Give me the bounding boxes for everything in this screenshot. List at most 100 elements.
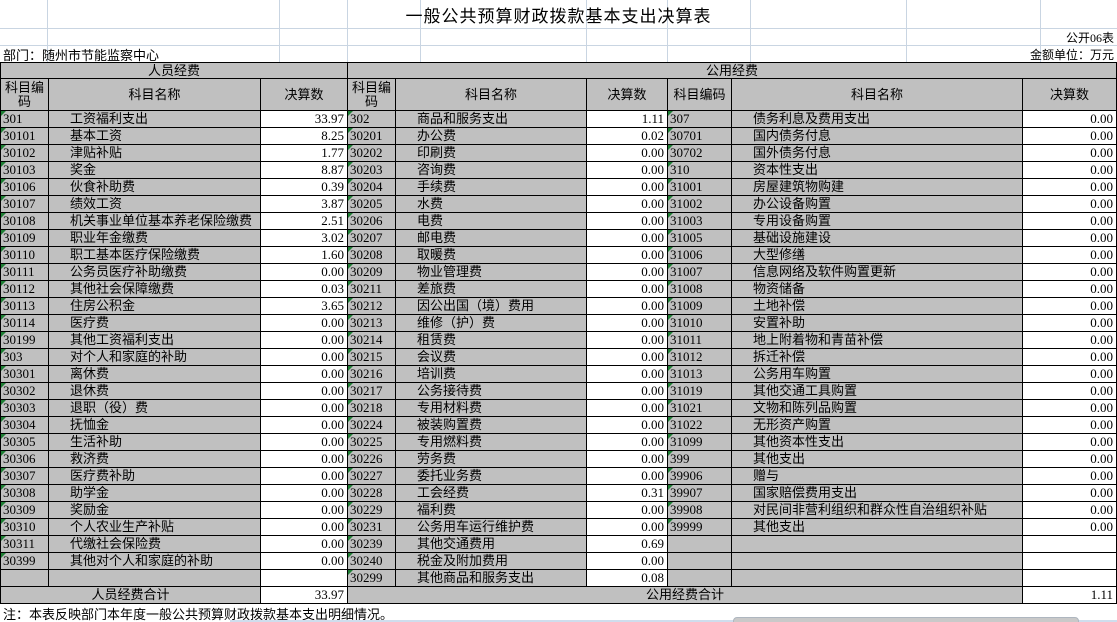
cell-name[interactable]: 差旅费	[396, 281, 587, 298]
cell-code[interactable]: 30109	[1, 230, 49, 247]
cell-value[interactable]: 0.00	[261, 536, 348, 553]
cell-name[interactable]: 资本性支出	[732, 162, 1023, 179]
cell-name[interactable]: 咨询费	[396, 162, 587, 179]
cell-value[interactable]: 0.00	[1023, 213, 1117, 230]
cell-name[interactable]: 房屋建筑物购建	[732, 179, 1023, 196]
cell-name[interactable]: 税金及附加费用	[396, 553, 587, 570]
cell-value[interactable]: 0.00	[261, 451, 348, 468]
cell-name[interactable]: 大型修缮	[732, 247, 1023, 264]
cell-name[interactable]: 租赁费	[396, 332, 587, 349]
cell-value[interactable]: 0.00	[1023, 332, 1117, 349]
cell-name[interactable]: 国内债务付息	[732, 128, 1023, 145]
cell-name[interactable]: 印刷费	[396, 145, 587, 162]
cell-name[interactable]: 邮电费	[396, 230, 587, 247]
cell-code[interactable]: 31003	[668, 213, 732, 230]
cell-value[interactable]: 0.00	[1023, 162, 1117, 179]
cell-value[interactable]: 0.00	[1023, 434, 1117, 451]
cell-value[interactable]: 0.00	[1023, 145, 1117, 162]
cell-name[interactable]: 会议费	[396, 349, 587, 366]
cell-code[interactable]: 30229	[348, 502, 396, 519]
cell-value[interactable]: 0.00	[587, 247, 668, 264]
cell-code[interactable]: 30107	[1, 196, 49, 213]
cell-code[interactable]: 30218	[348, 400, 396, 417]
cell-code[interactable]: 30217	[348, 383, 396, 400]
cell-value[interactable]: 0.00	[1023, 485, 1117, 502]
cell-value[interactable]: 0.00	[587, 230, 668, 247]
cell-value[interactable]: 0.00	[587, 332, 668, 349]
cell-value[interactable]: 1.60	[261, 247, 348, 264]
cell-value[interactable]: 0.00	[587, 264, 668, 281]
cell-name[interactable]: 救济费	[49, 451, 261, 468]
cell-code[interactable]: 30108	[1, 213, 49, 230]
public-total-label[interactable]: 公用经费合计	[348, 587, 1023, 604]
cell-value[interactable]: 0.02	[587, 128, 668, 145]
cell-name[interactable]: 水费	[396, 196, 587, 213]
cell-name[interactable]: 专用材料费	[396, 400, 587, 417]
group-header-personnel[interactable]: 人员经费	[1, 63, 348, 79]
column-header-code[interactable]: 科目编码	[1, 79, 49, 111]
cell-name[interactable]: 其他支出	[732, 519, 1023, 536]
cell-code[interactable]: 30216	[348, 366, 396, 383]
cell-value[interactable]: 0.00	[261, 332, 348, 349]
cell-value[interactable]: 0.69	[587, 536, 668, 553]
cell-code[interactable]: 31022	[668, 417, 732, 434]
column-header-code[interactable]: 科目编码	[348, 79, 396, 111]
cell-value[interactable]: 3.65	[261, 298, 348, 315]
cell-value[interactable]: 0.00	[261, 519, 348, 536]
cell-name[interactable]: 手续费	[396, 179, 587, 196]
cell-value[interactable]: 0.00	[587, 553, 668, 570]
cell-name[interactable]	[732, 570, 1023, 587]
cell-code[interactable]: 30299	[348, 570, 396, 587]
cell-code[interactable]: 30103	[1, 162, 49, 179]
column-header-code[interactable]: 科目编码	[668, 79, 732, 111]
cell-code[interactable]: 30203	[348, 162, 396, 179]
cell-code[interactable]: 30112	[1, 281, 49, 298]
cell-name[interactable]: 基本工资	[49, 128, 261, 145]
cell-name[interactable]: 工会经费	[396, 485, 587, 502]
cell-value[interactable]: 0.00	[261, 366, 348, 383]
cell-value[interactable]: 0.00	[261, 315, 348, 332]
cell-code[interactable]: 31009	[668, 298, 732, 315]
cell-name[interactable]: 住房公积金	[49, 298, 261, 315]
column-header-name[interactable]: 科目名称	[396, 79, 587, 111]
cell-code[interactable]: 31005	[668, 230, 732, 247]
cell-code[interactable]: 30212	[348, 298, 396, 315]
cell-code[interactable]	[1, 570, 49, 587]
cell-value[interactable]: 0.00	[587, 400, 668, 417]
column-header-value[interactable]: 决算数	[1023, 79, 1117, 111]
cell-code[interactable]: 30201	[348, 128, 396, 145]
cell-value[interactable]: 0.00	[587, 315, 668, 332]
cell-code[interactable]: 30204	[348, 179, 396, 196]
cell-value[interactable]: 0.00	[587, 213, 668, 230]
cell-code[interactable]: 30308	[1, 485, 49, 502]
cell-name[interactable]	[49, 570, 261, 587]
cell-value[interactable]: 0.00	[587, 366, 668, 383]
cell-code[interactable]: 30102	[1, 145, 49, 162]
cell-name[interactable]: 离休费	[49, 366, 261, 383]
cell-name[interactable]: 国外债务付息	[732, 145, 1023, 162]
cell-value[interactable]: 0.00	[587, 434, 668, 451]
cell-value[interactable]: 0.00	[587, 468, 668, 485]
cell-code[interactable]: 30239	[348, 536, 396, 553]
cell-name[interactable]: 生活补助	[49, 434, 261, 451]
cell-value[interactable]: 0.00	[1023, 179, 1117, 196]
cell-value[interactable]: 0.00	[1023, 451, 1117, 468]
cell-code[interactable]: 30301	[1, 366, 49, 383]
cell-name[interactable]: 代缴社会保险费	[49, 536, 261, 553]
cell-code[interactable]	[668, 553, 732, 570]
cell-value[interactable]: 1.77	[261, 145, 348, 162]
cell-name[interactable]: 维修（护）费	[396, 315, 587, 332]
cell-value[interactable]: 0.00	[587, 298, 668, 315]
cell-name[interactable]: 债务利息及费用支出	[732, 111, 1023, 128]
cell-value[interactable]: 0.00	[1023, 230, 1117, 247]
cell-name[interactable]: 取暖费	[396, 247, 587, 264]
cell-value[interactable]: 0.00	[1023, 196, 1117, 213]
cell-code[interactable]: 31013	[668, 366, 732, 383]
cell-name[interactable]: 奖金	[49, 162, 261, 179]
cell-name[interactable]: 其他交通费用	[396, 536, 587, 553]
cell-value[interactable]: 0.00	[1023, 417, 1117, 434]
cell-code[interactable]: 30302	[1, 383, 49, 400]
cell-name[interactable]: 无形资产购置	[732, 417, 1023, 434]
cell-name[interactable]: 工资福利支出	[49, 111, 261, 128]
cell-name[interactable]: 因公出国（境）费用	[396, 298, 587, 315]
